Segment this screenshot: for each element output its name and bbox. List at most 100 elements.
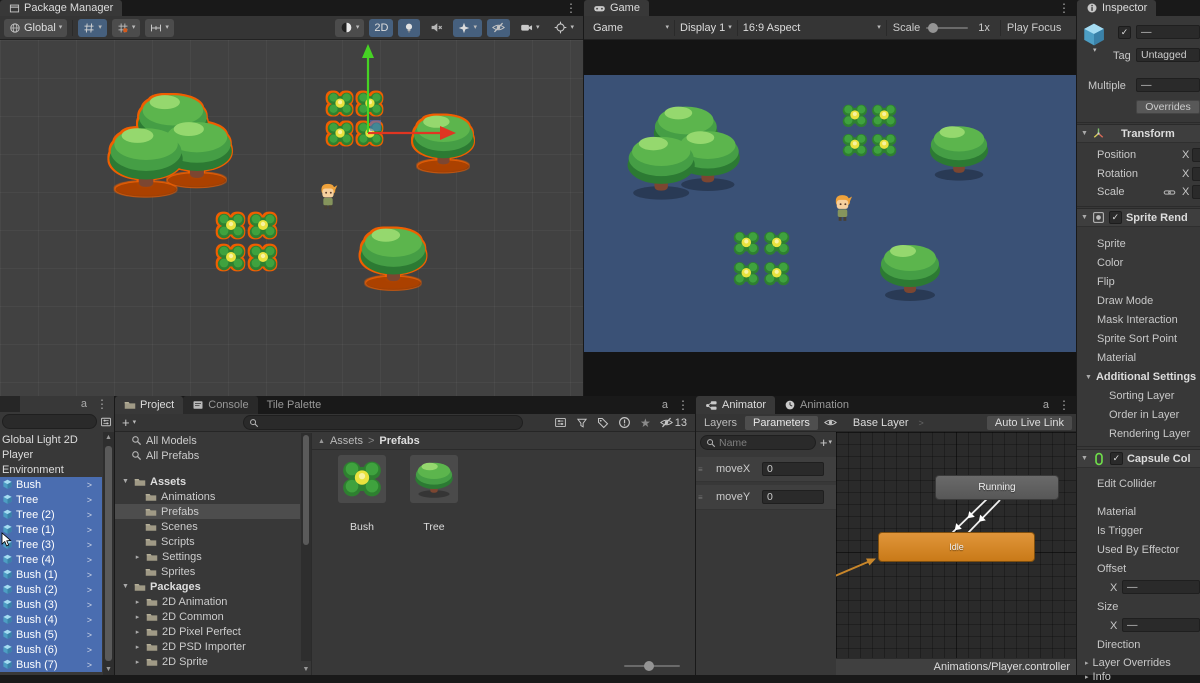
favorites-star-icon[interactable]: ★	[640, 416, 651, 430]
additional-settings-foldout[interactable]: ▼ Additional Settings	[1085, 371, 1196, 383]
gizmo-x-arrow[interactable]	[440, 126, 456, 140]
tree-package[interactable]: ▸2D PSD Importer	[115, 639, 300, 654]
saved-search-all-models[interactable]: All Models	[115, 433, 300, 448]
hierarchy-item[interactable]: Player	[0, 447, 102, 462]
name-field[interactable]: —	[1136, 25, 1200, 39]
project-tree-scrollbar[interactable]: ▼	[301, 433, 311, 661]
tab-project[interactable]: Project	[115, 396, 183, 414]
hierarchy-item[interactable]: Bush (4)>	[0, 612, 102, 627]
hierarchy-scrollbar[interactable]: ▲ ▼	[103, 432, 114, 675]
aspect-ratio-dropdown[interactable]: 16:9 Aspect▾	[738, 19, 886, 37]
tree-package[interactable]: ▸2D Common	[115, 609, 300, 624]
hierarchy-item[interactable]: Bush (1)>	[0, 567, 102, 582]
tree-package[interactable]: ▸2D Animation	[115, 594, 300, 609]
scroll-up-icon[interactable]: ▲	[103, 434, 114, 441]
lock-icon[interactable]: a	[78, 398, 90, 410]
tree-folder[interactable]: Sprites	[115, 564, 300, 579]
lock-icon[interactable]: a	[1040, 399, 1052, 411]
tree-folder[interactable]: Animations	[115, 489, 300, 504]
chevron-right-icon[interactable]: >	[87, 540, 100, 550]
chevron-right-icon[interactable]: >	[87, 660, 100, 670]
scroll-down-icon[interactable]: ▼	[301, 666, 311, 673]
state-node-running[interactable]: Running	[935, 475, 1059, 500]
project-menu-kebab[interactable]: ⋮	[671, 398, 695, 412]
tree-folder[interactable]: Scenes	[115, 519, 300, 534]
eye-icon[interactable]	[824, 416, 837, 429]
hierarchy-item[interactable]: Bush (3)>	[0, 597, 102, 612]
gizmos-dropdown[interactable]: ▾	[549, 19, 579, 37]
hierarchy-item[interactable]: Bush>	[0, 477, 102, 492]
tree-folder-prefabs[interactable]: Prefabs	[115, 504, 300, 519]
chevron-right-icon[interactable]: >	[87, 630, 100, 640]
tree-assets-root[interactable]: ▼Assets	[115, 474, 300, 489]
tree-package[interactable]: ▸2D Sprite	[115, 654, 300, 669]
offset-x-field[interactable]: —	[1122, 580, 1200, 594]
breadcrumb-prefabs[interactable]: Prefabs	[379, 435, 419, 447]
game-menu-kebab[interactable]: ⋮	[1052, 0, 1076, 16]
transform-header[interactable]: ▼ Transform	[1077, 124, 1200, 143]
player-sprite[interactable]	[317, 182, 339, 210]
scroll-down-icon[interactable]: ▼	[103, 666, 114, 673]
hidden-count-toggle[interactable]: 13	[660, 416, 687, 429]
chevron-right-icon[interactable]: >	[87, 585, 100, 595]
overrides-button[interactable]: Overrides	[1136, 100, 1200, 114]
parameter-search-input[interactable]	[719, 437, 810, 449]
chevron-right-icon[interactable]: >	[87, 525, 100, 535]
prefab-field[interactable]: —	[1136, 78, 1200, 92]
preset-icon[interactable]	[554, 416, 567, 429]
scene-audio-toggle[interactable]	[425, 19, 448, 37]
create-asset-button[interactable]: + ▾	[119, 415, 139, 430]
active-checkbox[interactable]: ✓	[1118, 26, 1131, 39]
tab-package-manager[interactable]: Package Manager	[0, 0, 122, 16]
tab-animator[interactable]: Animator	[696, 396, 775, 414]
base-layer-breadcrumb[interactable]: Base Layer	[843, 417, 919, 429]
hierarchy-item[interactable]: Environment	[0, 462, 102, 477]
hierarchy-search-input[interactable]	[8, 416, 91, 428]
layers-tab[interactable]: Layers	[696, 417, 745, 429]
hierarchy-search[interactable]	[2, 414, 97, 429]
hierarchy-item[interactable]: Tree>	[0, 492, 102, 507]
move-gizmo[interactable]	[330, 40, 470, 144]
link-icon[interactable]	[1163, 186, 1176, 199]
foldout-icon[interactable]: ▼	[1081, 130, 1088, 137]
chevron-right-icon[interactable]: >	[87, 645, 100, 655]
parameters-tab[interactable]: Parameters	[745, 416, 818, 430]
project-search[interactable]	[243, 415, 523, 430]
tag-dropdown[interactable]: Untagged	[1136, 48, 1200, 62]
state-machine-graph[interactable]: Running Idle	[836, 432, 1076, 658]
chevron-right-icon[interactable]: >	[87, 600, 100, 610]
hierarchy-item[interactable]: Tree (1)>	[0, 522, 102, 537]
parameter-row[interactable]: ≡ moveY 0	[696, 485, 836, 510]
project-search-input[interactable]	[262, 417, 517, 429]
hierarchy-item[interactable]: Bush (5)>	[0, 627, 102, 642]
parameter-row[interactable]: ≡ moveX 0	[696, 457, 836, 482]
expander-icon[interactable]: ▸	[133, 598, 142, 606]
game-mode-dropdown[interactable]: Game▾	[588, 19, 674, 37]
camera-settings-dropdown[interactable]: ▾	[515, 19, 545, 37]
lock-icon[interactable]: a	[659, 399, 671, 411]
icon-dropdown-caret[interactable]: ▾	[1093, 47, 1097, 54]
auto-live-link-button[interactable]: Auto Live Link	[987, 416, 1072, 430]
parameter-search[interactable]	[700, 435, 816, 450]
filter-by-type-icon[interactable]	[576, 417, 588, 429]
size-x-field[interactable]: —	[1122, 618, 1200, 632]
expander-icon[interactable]: ▸	[133, 613, 142, 621]
chevron-right-icon[interactable]: >	[87, 615, 100, 625]
sprite-renderer-header[interactable]: ▼ ✓ Sprite Rend	[1077, 208, 1200, 227]
foldout-icon[interactable]: ▼	[1081, 214, 1088, 221]
asset-item-bush[interactable]: Bush	[330, 455, 394, 533]
2d-mode-toggle[interactable]: 2D	[369, 19, 393, 37]
draw-mode-dropdown[interactable]: ▾	[335, 19, 365, 37]
scene-visibility-toggle[interactable]	[487, 19, 510, 37]
filter-by-label-icon[interactable]	[597, 417, 609, 429]
chevron-right-icon[interactable]: >	[87, 510, 100, 520]
alert-icon[interactable]	[618, 416, 631, 429]
chevron-right-icon[interactable]: >	[87, 555, 100, 565]
layer-overrides-foldout[interactable]: ▸ Layer Overrides	[1085, 657, 1171, 669]
add-parameter-button[interactable]: + ▾	[820, 435, 832, 450]
hierarchy-item[interactable]: Tree (3)>	[0, 537, 102, 552]
chevron-right-icon[interactable]: >	[87, 495, 100, 505]
edit-collider-button[interactable]: Edit Collider	[1097, 478, 1156, 490]
play-focus-dropdown[interactable]: Play Focus	[1001, 22, 1067, 34]
tree-cluster-sprite[interactable]	[103, 88, 240, 208]
